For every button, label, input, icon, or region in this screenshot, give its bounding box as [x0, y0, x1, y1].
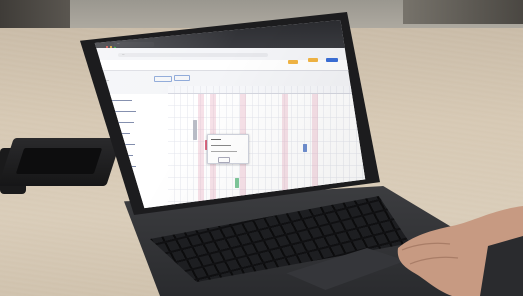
header-action-button[interactable] [326, 58, 338, 62]
schedule-block[interactable] [303, 144, 307, 152]
url-bar[interactable]: — [118, 53, 268, 57]
popover-text-line [211, 145, 231, 146]
popover-text-line [211, 139, 221, 140]
url-text: — [122, 52, 125, 56]
hand [397, 206, 523, 296]
popover-button[interactable] [218, 157, 230, 163]
background-furniture-right [403, 0, 523, 24]
event-popover [207, 134, 249, 164]
sidebar-text-line [110, 100, 132, 102]
browser-tab[interactable]: — [114, 42, 154, 47]
photo-scene: — — — [0, 0, 523, 296]
toolbar-button-1[interactable] [154, 76, 172, 82]
docking-tray-slot [15, 148, 103, 174]
header-badge-2 [308, 58, 318, 62]
header-badge-1 [288, 60, 298, 64]
highlighted-column [198, 94, 204, 209]
close-dot-icon[interactable] [106, 46, 109, 49]
header-label-1 [272, 60, 274, 64]
schedule-block[interactable] [193, 120, 197, 140]
schedule-block[interactable] [235, 178, 239, 188]
minimize-dot-icon[interactable] [109, 46, 113, 49]
calendar-day-header [168, 86, 366, 94]
background-furniture-left [0, 0, 70, 28]
page-title: — [106, 78, 110, 82]
browser-tab-label: — [117, 42, 120, 45]
toolbar-button-2[interactable] [174, 75, 190, 81]
popover-text-line [211, 151, 237, 152]
